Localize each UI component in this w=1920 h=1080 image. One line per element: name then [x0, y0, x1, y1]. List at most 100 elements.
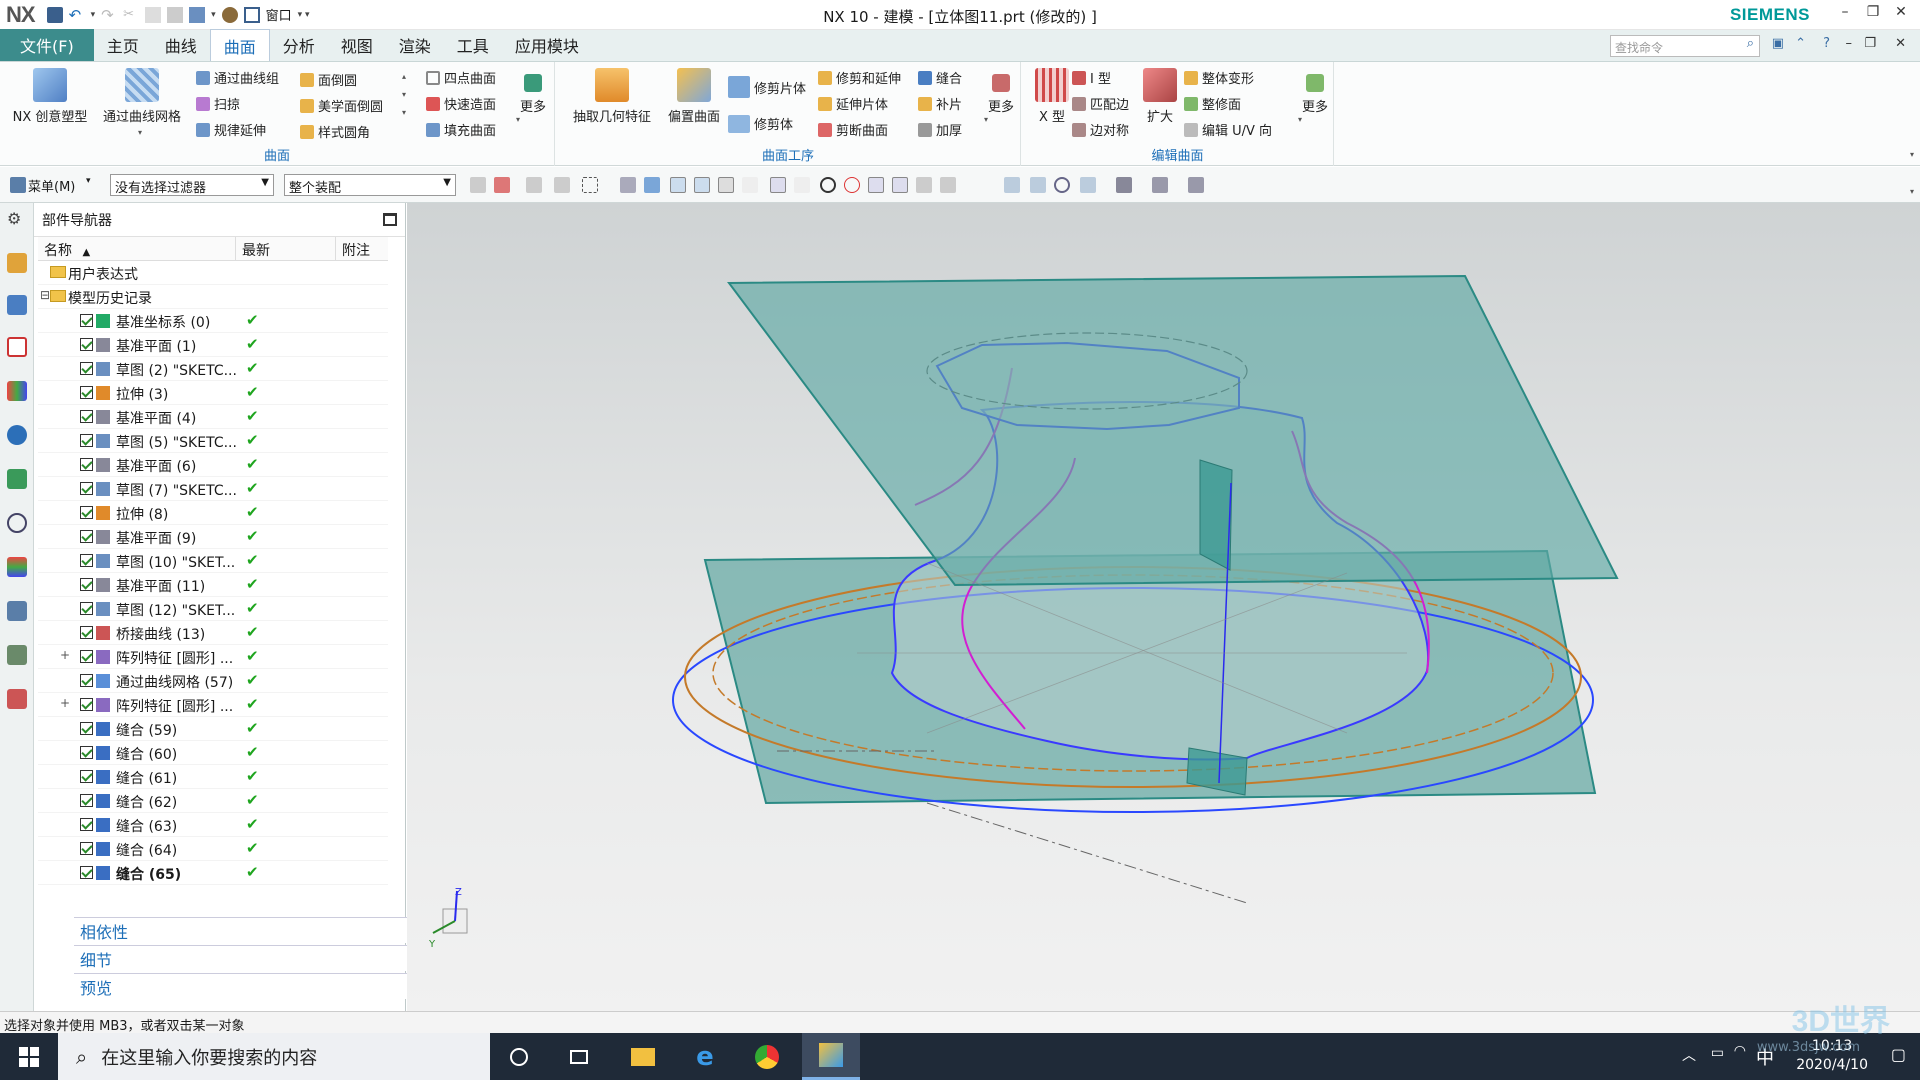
enlarge-button[interactable]: 扩大: [1138, 68, 1182, 125]
show-hidden-icons-icon[interactable]: ︿: [1682, 1045, 1696, 1065]
visibility-checkbox[interactable]: [80, 458, 93, 471]
edit-uv-direction-button[interactable]: 编辑 U/V 向: [1184, 120, 1272, 139]
tree-row-feature[interactable]: 缝合 (63) ✔: [38, 813, 388, 837]
tab-curve[interactable]: 曲线: [152, 29, 210, 61]
tree-row-feature[interactable]: 拉伸 (8) ✔: [38, 501, 388, 525]
manufacturing-wizard-icon[interactable]: [7, 645, 27, 665]
fill-surface-button[interactable]: 填充曲面: [426, 120, 496, 139]
hd3d-tools-icon[interactable]: [7, 425, 27, 445]
edge-symmetry-button[interactable]: 边对称: [1072, 120, 1129, 139]
tree-row-user-expressions[interactable]: 用户表达式: [38, 261, 388, 285]
through-curve-mesh-button[interactable]: 通过曲线网格 ▾: [96, 68, 188, 137]
visibility-checkbox[interactable]: [80, 410, 93, 423]
collapse-ribbon-icon[interactable]: ⌃: [1795, 36, 1806, 51]
global-shaping-button[interactable]: 整体变形: [1184, 68, 1254, 87]
tree-row-feature[interactable]: 基准平面 (6) ✔: [38, 453, 388, 477]
tree-row-feature[interactable]: 缝合 (65) ✔: [38, 861, 388, 885]
window-icon[interactable]: [243, 6, 260, 23]
file-menu-button[interactable]: 文件(F): [0, 29, 94, 61]
snap-icon-5[interactable]: [770, 177, 786, 193]
constraint-navigator-icon[interactable]: [7, 295, 27, 315]
view-icon-3[interactable]: [1080, 177, 1096, 193]
restore-button[interactable]: ❐: [1862, 4, 1884, 20]
web-browser-icon[interactable]: [7, 469, 27, 489]
tree-row-feature[interactable]: 缝合 (60) ✔: [38, 741, 388, 765]
offset-surface-button[interactable]: 偏置曲面: [660, 68, 728, 125]
tab-surface[interactable]: 曲面: [209, 29, 270, 61]
visibility-checkbox[interactable]: [80, 842, 93, 855]
tree-row-feature[interactable]: + 阵列特征 [圆形] ... ✔: [38, 693, 388, 717]
part-navigator-icon[interactable]: [7, 337, 27, 357]
graphics-window[interactable]: Z Y: [407, 203, 1920, 1011]
render-style-icon[interactable]: [1116, 177, 1132, 193]
start-button[interactable]: [0, 1033, 58, 1080]
tree-row-feature[interactable]: 基准坐标系 (0) ✔: [38, 309, 388, 333]
visibility-checkbox[interactable]: [80, 602, 93, 615]
nx-creative-modeling-button[interactable]: NX 创意塑型: [8, 68, 92, 125]
visibility-checkbox[interactable]: [80, 674, 93, 687]
visibility-checkbox[interactable]: [80, 698, 93, 711]
swept-button[interactable]: 扫掠: [196, 94, 240, 113]
tab-view[interactable]: 视图: [328, 29, 386, 61]
filter-icon-3[interactable]: [526, 177, 542, 193]
tree-row-feature[interactable]: 草图 (7) "SKETC... ✔: [38, 477, 388, 501]
nx-taskbar-button[interactable]: [802, 1033, 860, 1080]
chrome-button[interactable]: [738, 1033, 796, 1080]
patch-button[interactable]: 补片: [918, 94, 962, 113]
divide-face-button[interactable]: 剪断曲面: [818, 120, 888, 139]
model-view[interactable]: Z Y: [407, 203, 1920, 1011]
assembly-navigator-icon[interactable]: [7, 253, 27, 273]
tree-row-feature[interactable]: 缝合 (62) ✔: [38, 789, 388, 813]
rotate-view-icon[interactable]: [1054, 177, 1070, 193]
extract-geometry-button[interactable]: 抽取几何特征: [566, 68, 658, 125]
tree-row-feature[interactable]: 草图 (2) "SKETC... ✔: [38, 357, 388, 381]
tab-applications[interactable]: 应用模块: [502, 29, 592, 61]
visibility-checkbox[interactable]: [80, 482, 93, 495]
menu-button[interactable]: 菜单(M): [28, 176, 75, 195]
view-triad[interactable]: Z Y: [428, 887, 468, 950]
match-edge-button[interactable]: 匹配边: [1072, 94, 1129, 113]
close-button[interactable]: ✕: [1890, 4, 1912, 20]
aesthetic-face-blend-button[interactable]: 美学面倒圆: [300, 96, 383, 115]
undo-icon[interactable]: ↶: [69, 7, 85, 23]
history-icon[interactable]: [7, 513, 27, 533]
tree-row-feature[interactable]: 草图 (5) "SKETC... ✔: [38, 429, 388, 453]
snap-icon-3[interactable]: [718, 177, 734, 193]
tree-row-feature[interactable]: 草图 (12) "SKET... ✔: [38, 597, 388, 621]
tree-row-feature[interactable]: 草图 (10) "SKET... ✔: [38, 549, 388, 573]
window-menu-dropdown-icon[interactable]: ▾ ▾: [298, 10, 310, 20]
visibility-checkbox[interactable]: [80, 554, 93, 567]
tree-row-model-history[interactable]: ⊟ 模型历史记录: [38, 285, 388, 309]
visibility-checkbox[interactable]: [80, 338, 93, 351]
law-extension-button[interactable]: 规律延伸: [196, 120, 266, 139]
visibility-checkbox[interactable]: [80, 866, 93, 879]
trim-sheet-button[interactable]: 修剪片体: [728, 76, 806, 98]
copy-icon[interactable]: [145, 6, 162, 23]
minimize-doc-icon[interactable]: –: [1846, 36, 1853, 51]
window-menu[interactable]: 窗口: [266, 5, 292, 24]
snap-icon-7[interactable]: [868, 177, 884, 193]
palette-icon[interactable]: [7, 557, 27, 577]
filter-icon-1[interactable]: [470, 177, 486, 193]
through-curves-button[interactable]: 通过曲线组: [196, 68, 279, 87]
i-form-button[interactable]: I 型: [1072, 68, 1111, 87]
visibility-checkbox[interactable]: [80, 818, 93, 831]
visibility-checkbox[interactable]: [80, 770, 93, 783]
repeat-command-icon[interactable]: [221, 6, 238, 23]
filter-icon-4[interactable]: [554, 177, 570, 193]
styled-blend-button[interactable]: 样式圆角: [300, 122, 370, 141]
cut-icon[interactable]: ✂: [123, 7, 139, 23]
thicken-button[interactable]: 加厚: [918, 120, 962, 139]
rapid-surfacing-button[interactable]: 快速造面: [426, 94, 496, 113]
tree-row-feature[interactable]: 基准平面 (9) ✔: [38, 525, 388, 549]
cube-dropdown-icon[interactable]: ▾: [211, 10, 216, 20]
visibility-checkbox[interactable]: [80, 362, 93, 375]
tree-row-feature[interactable]: 缝合 (64) ✔: [38, 837, 388, 861]
view-cube-icon[interactable]: [1152, 177, 1168, 193]
solid-select-icon[interactable]: [620, 177, 636, 193]
help-icon[interactable]: ?: [1823, 36, 1830, 51]
snap-icon-6[interactable]: [794, 177, 810, 193]
datum-plane-upper[interactable]: [727, 274, 1619, 587]
visibility-checkbox[interactable]: [80, 578, 93, 591]
refit-face-button[interactable]: 整修面: [1184, 94, 1241, 113]
